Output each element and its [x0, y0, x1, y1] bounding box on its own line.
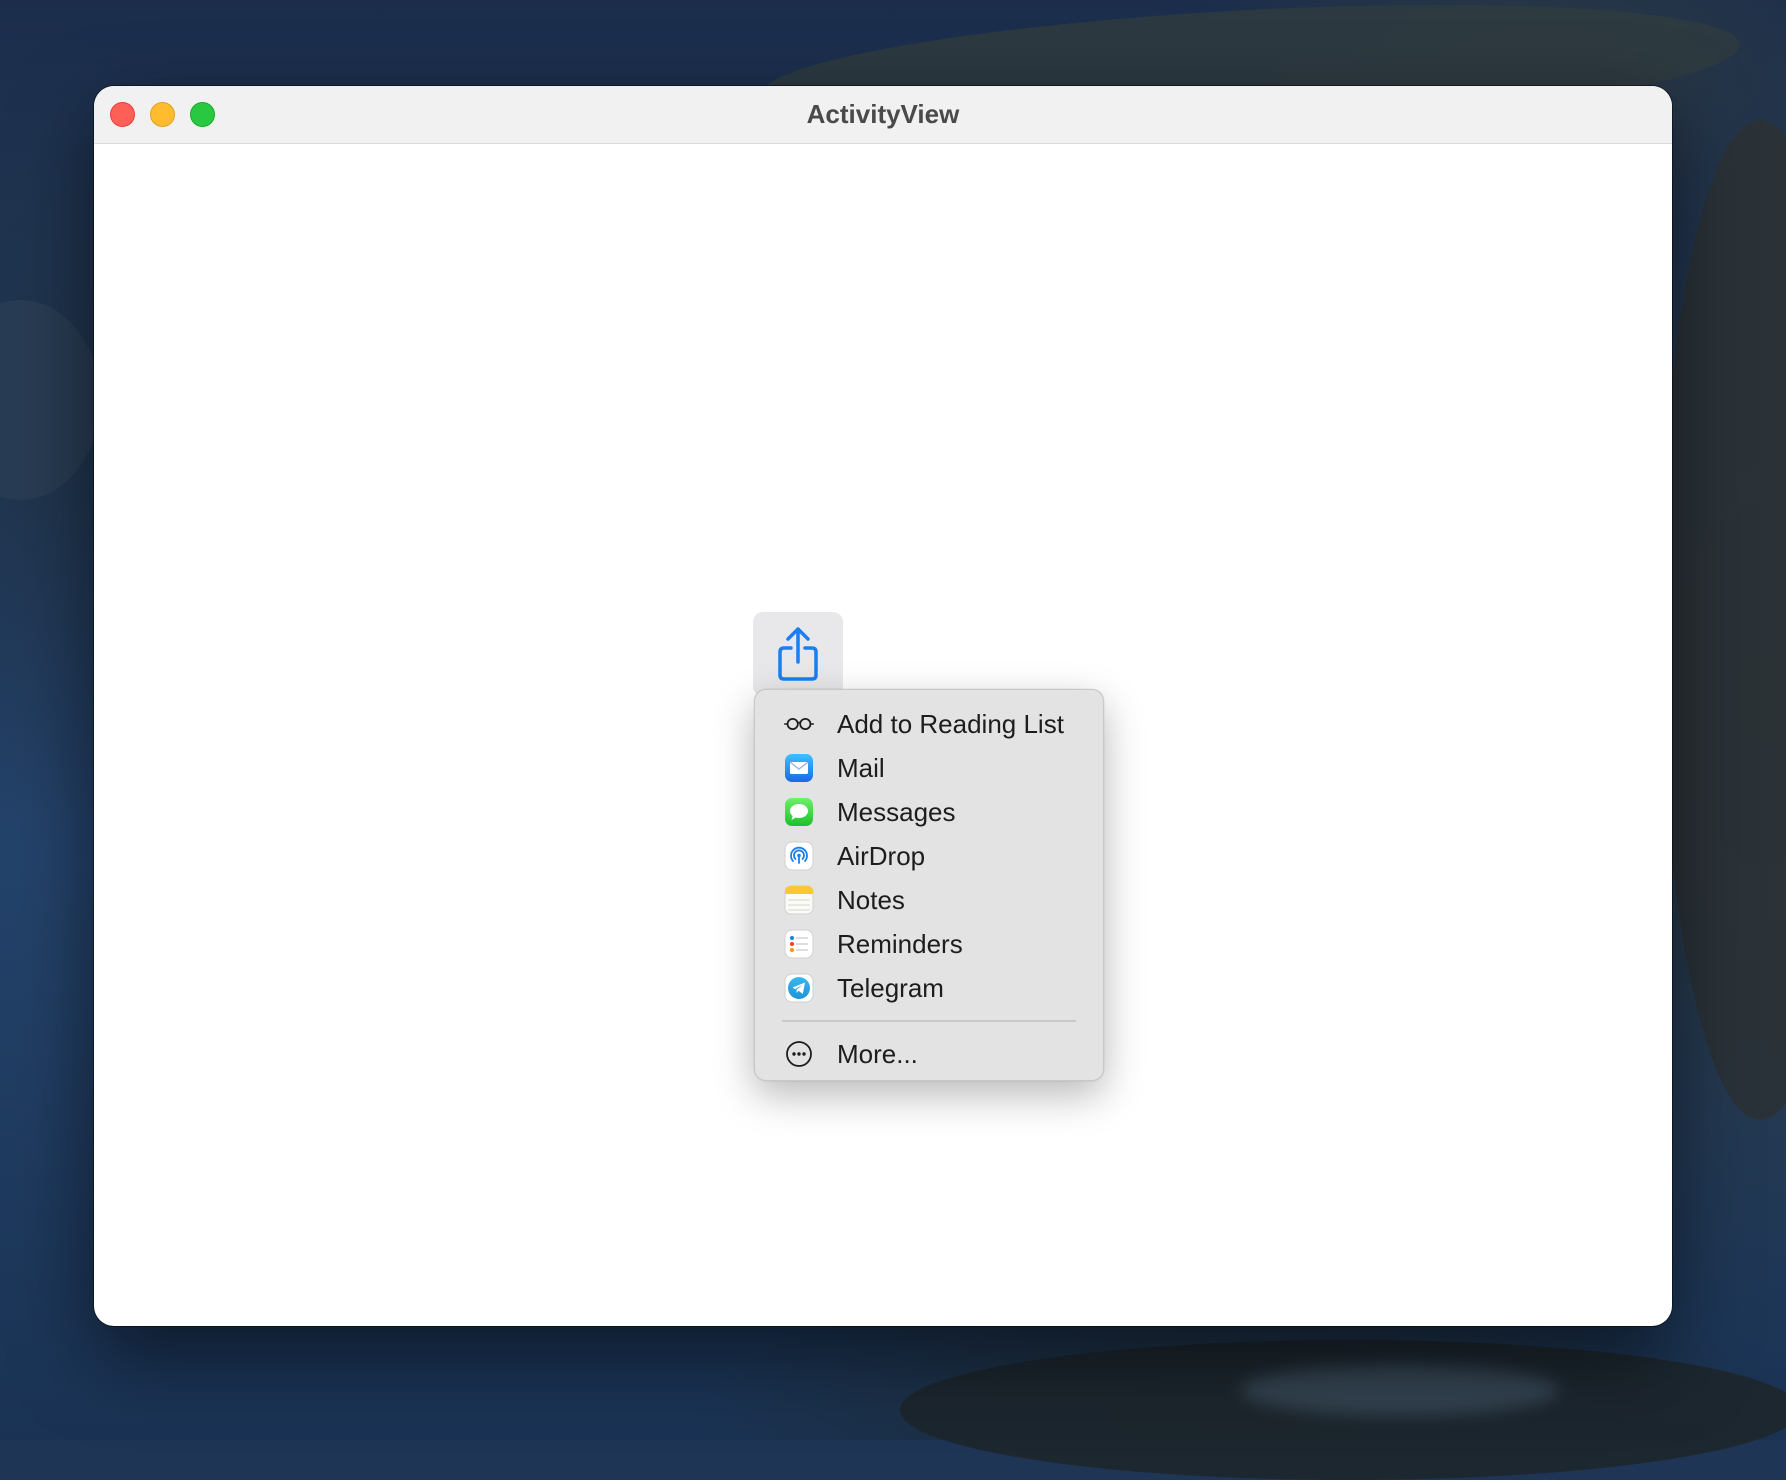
menu-item-label: AirDrop — [837, 840, 926, 871]
window-title: ActivityView — [806, 99, 960, 129]
menu-item-notes[interactable]: Notes — [755, 878, 1103, 922]
menu-item-mail[interactable]: Mail — [755, 746, 1103, 790]
menu-item-label: Add to Reading List — [837, 708, 1064, 739]
menu-item-label: Messages — [837, 796, 956, 827]
mail-app-icon — [784, 753, 814, 783]
telegram-app-icon — [784, 973, 814, 1003]
menu-separator — [782, 1020, 1076, 1022]
menu-item-airdrop[interactable]: AirDrop — [755, 834, 1103, 878]
window-titlebar[interactable]: ActivityView — [94, 86, 1672, 144]
menu-item-telegram[interactable]: Telegram — [755, 966, 1103, 1010]
messages-app-icon — [784, 797, 814, 827]
more-ellipsis-icon — [784, 1039, 814, 1069]
wallpaper-headland — [0, 300, 100, 500]
menu-item-label: Reminders — [837, 928, 963, 959]
share-menu: Add to Reading List Mail Messages AirDro… — [754, 689, 1104, 1081]
menu-item-label: Mail — [837, 752, 885, 783]
airdrop-icon — [784, 841, 814, 871]
menu-item-label: More... — [837, 1038, 918, 1069]
wallpaper-cliff — [1660, 120, 1786, 1120]
menu-item-more[interactable]: More... — [755, 1032, 1103, 1076]
share-button[interactable] — [753, 612, 843, 696]
reading-glasses-icon — [784, 709, 814, 739]
menu-item-label: Notes — [837, 884, 905, 915]
menu-item-label: Telegram — [837, 972, 944, 1003]
share-icon — [778, 627, 818, 681]
menu-item-reminders[interactable]: Reminders — [755, 922, 1103, 966]
reminders-app-icon — [784, 929, 814, 959]
notes-app-icon — [784, 885, 814, 915]
wallpaper-surf — [1240, 1365, 1560, 1415]
menu-item-messages[interactable]: Messages — [755, 790, 1103, 834]
menu-item-add-to-reading-list[interactable]: Add to Reading List — [755, 702, 1103, 746]
